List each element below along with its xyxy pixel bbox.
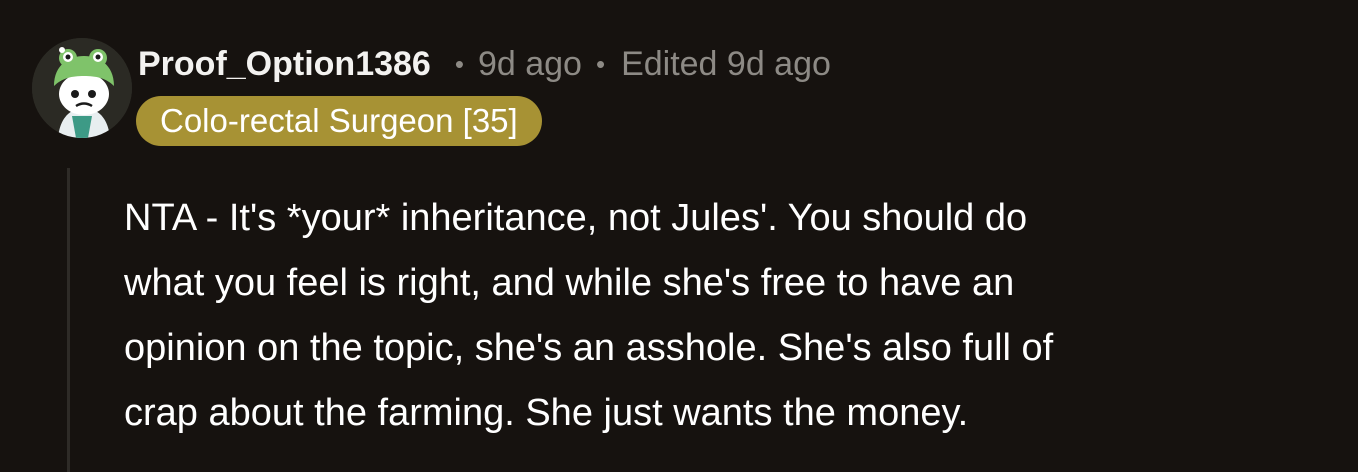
comment-body: NTA - It's *your* inheritance, not Jules… bbox=[124, 186, 1334, 446]
comment-text-line: crap about the farming. She just wants t… bbox=[124, 392, 969, 434]
edited-label: Edited 9d ago bbox=[621, 44, 831, 83]
username-link[interactable]: Proof_Option1386 bbox=[138, 45, 431, 84]
comment-text-line: what you feel is right, and while she's … bbox=[124, 262, 1015, 304]
thread-collapse-line[interactable] bbox=[67, 168, 70, 472]
comment: Proof_Option1386 • 9d ago • Edited 9d ag… bbox=[0, 0, 1358, 472]
meta-separator: • bbox=[595, 48, 606, 79]
user-avatar[interactable] bbox=[32, 38, 132, 138]
meta-separator: • bbox=[454, 48, 464, 79]
comment-age[interactable]: 9d ago bbox=[478, 45, 582, 84]
user-flair-badge: Colo-rectal Surgeon [35] bbox=[136, 96, 542, 146]
snoo-frog-hat-avatar-icon bbox=[32, 38, 132, 138]
comment-text-line: NTA - It's *your* inheritance, not Jules… bbox=[124, 197, 1028, 239]
comment-text-line: opinion on the topic, she's an asshole. … bbox=[124, 327, 1054, 369]
comment-header: Proof_Option1386 • 9d ago • Edited 9d ag… bbox=[138, 40, 831, 88]
